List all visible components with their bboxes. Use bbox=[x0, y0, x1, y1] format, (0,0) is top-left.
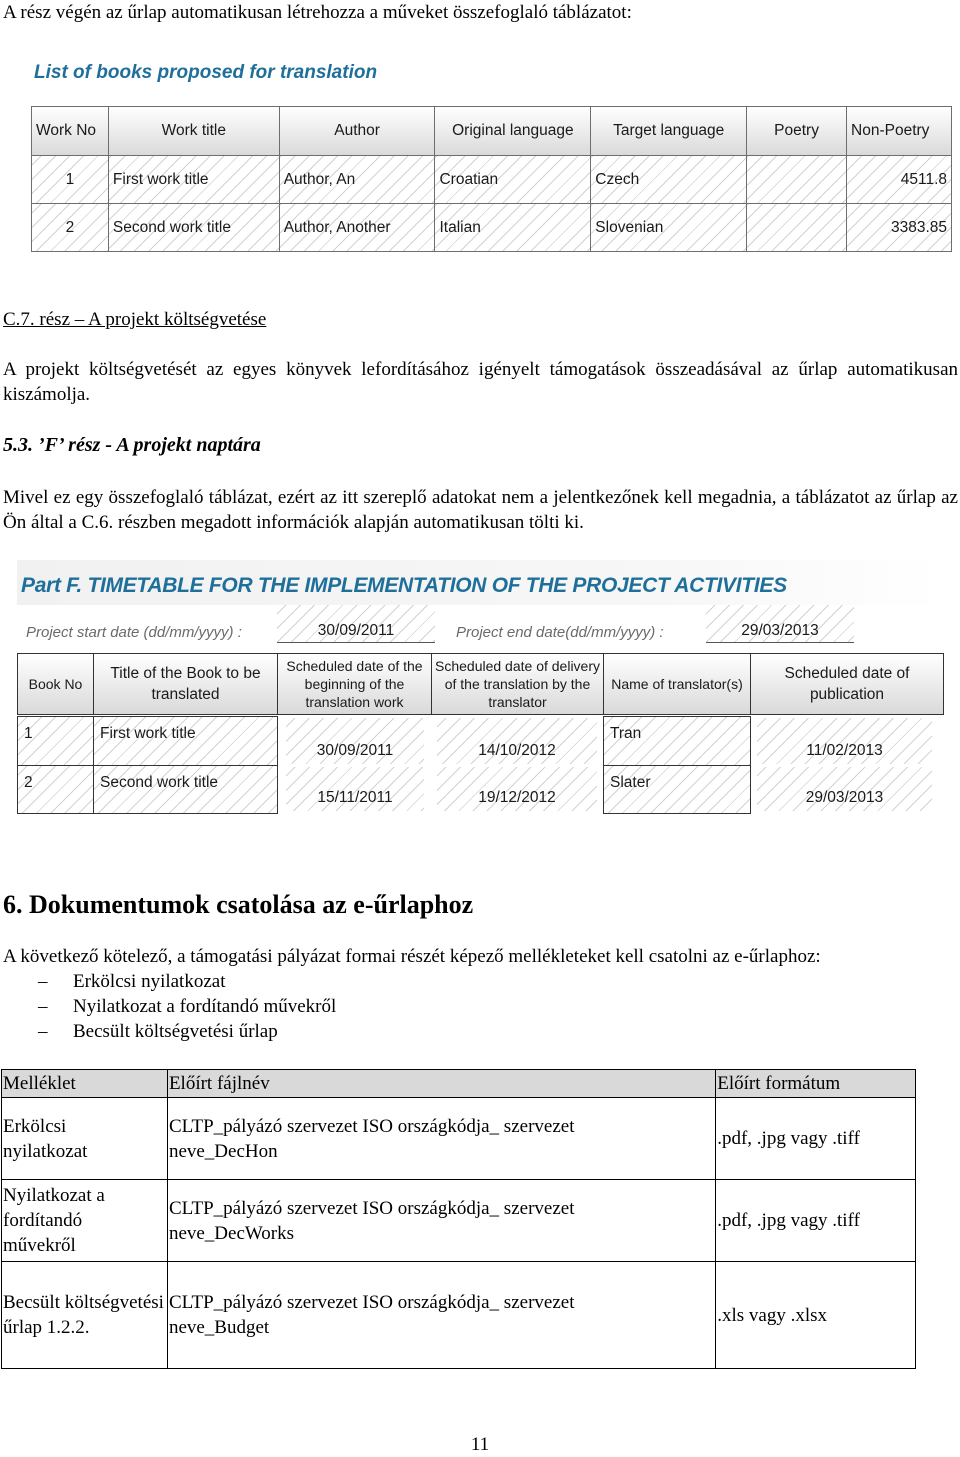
col-header-original-language: Original language bbox=[434, 106, 592, 156]
table-row: Erkölcsi nyilatkozat CLTP_pályázó szerve… bbox=[1, 1097, 916, 1180]
tt-header-publication-date: Scheduled date of publication bbox=[750, 653, 944, 715]
tt-cell-delivery-date: 14/10/2012 bbox=[437, 718, 597, 764]
bullet-marker: – bbox=[38, 1021, 48, 1042]
tt-cell-translator: Tran bbox=[603, 716, 751, 766]
col-header-format: Előírt formátum bbox=[715, 1069, 916, 1098]
page-number: 11 bbox=[470, 1434, 490, 1455]
table-row: 1 First work title Author, An Croatian C… bbox=[31, 155, 952, 204]
section-c7-heading: C.7. rész – A projekt költségvetése bbox=[3, 309, 267, 330]
cell-format: .xls vagy .xlsx bbox=[715, 1261, 916, 1369]
cell-work-title: First work title bbox=[107, 155, 280, 204]
cell-author: Author, Another bbox=[278, 203, 436, 252]
tt-cell-publication-date: 29/03/2013 bbox=[757, 767, 932, 811]
attachments-table: Melléklet Előírt fájlnév Előírt formátum… bbox=[1, 1069, 916, 1369]
intro-line: A rész végén az űrlap automatikusan létr… bbox=[3, 2, 632, 23]
cell-filename: CLTP_pályázó szervezet ISO országkódja_ … bbox=[166, 1097, 717, 1180]
cell-filename: CLTP_pályázó szervezet ISO országkódja_ … bbox=[166, 1179, 717, 1262]
cell-work-title: Second work title bbox=[107, 203, 280, 252]
tt-cell-start-date: 30/09/2011 bbox=[286, 718, 424, 764]
tt-header-start-date: Scheduled date of the beginning of the t… bbox=[277, 653, 432, 715]
cell-original-language: Italian bbox=[434, 203, 592, 252]
cell-author: Author, An bbox=[278, 155, 436, 204]
section-53-heading: 5.3. ’F’ rész - A projekt naptára bbox=[3, 434, 261, 456]
tt-cell-publication-date: 11/02/2013 bbox=[757, 718, 932, 764]
tt-cell-delivery-date: 19/12/2012 bbox=[437, 767, 597, 811]
col-header-poetry: Poetry bbox=[746, 106, 848, 156]
cell-filename: CLTP_pályázó szervezet ISO országkódja_ … bbox=[166, 1261, 717, 1369]
bullet-marker: – bbox=[38, 996, 48, 1017]
section-c7-paragraph: A projekt költségvetését az egyes könyve… bbox=[3, 359, 958, 405]
cell-poetry bbox=[746, 203, 848, 252]
cell-attachment: Erkölcsi nyilatkozat bbox=[1, 1097, 168, 1180]
cell-non-poetry: 4511.8 bbox=[846, 155, 952, 204]
books-table-title: List of books proposed for translation bbox=[34, 62, 378, 83]
timetable-title: Part F. TIMETABLE FOR THE IMPLEMENTATION… bbox=[21, 574, 787, 597]
col-header-attachment: Melléklet bbox=[1, 1069, 168, 1098]
books-table-header-row: Work No Work title Author Original langu… bbox=[31, 106, 952, 156]
col-header-author: Author bbox=[278, 106, 436, 156]
bullet-item: Erkölcsi nyilatkozat bbox=[73, 971, 226, 992]
table-row: Becsült költségvetési űrlap 1.2.2. CLTP_… bbox=[1, 1261, 916, 1369]
bullet-item: Becsült költségvetési űrlap bbox=[73, 1021, 278, 1042]
table-row: Nyilatkozat a fordítandó művekről CLTP_p… bbox=[1, 1179, 916, 1262]
tt-header-delivery-date: Scheduled date of delivery of the transl… bbox=[431, 653, 604, 715]
cell-poetry bbox=[746, 155, 848, 204]
tt-header-book-title: Title of the Book to be translated bbox=[93, 653, 278, 715]
tt-header-book-no: Book No bbox=[17, 653, 94, 715]
table-row: 2 Second work title Author, Another Ital… bbox=[31, 203, 952, 252]
tt-cell-book-title: Second work title bbox=[93, 765, 278, 814]
col-header-work-title: Work title bbox=[107, 106, 280, 156]
col-header-work-no: Work No bbox=[31, 106, 109, 156]
cell-work-no: 1 bbox=[31, 155, 109, 204]
cell-format: .pdf, .jpg vagy .tiff bbox=[715, 1097, 916, 1180]
project-start-label: Project start date (dd/mm/yyyy) : bbox=[26, 624, 242, 641]
books-table: Work No Work title Author Original langu… bbox=[31, 106, 952, 252]
cell-target-language: Slovenian bbox=[590, 203, 748, 252]
tt-cell-book-no: 2 bbox=[17, 765, 94, 814]
bullet-marker: – bbox=[38, 971, 48, 992]
tt-header-translator: Name of translator(s) bbox=[603, 653, 751, 715]
attachments-header-row: Melléklet Előírt fájlnév Előírt formátum bbox=[1, 1069, 916, 1098]
project-start-date-field: 30/09/2011 bbox=[277, 605, 435, 643]
cell-non-poetry: 3383.85 bbox=[846, 203, 952, 252]
cell-original-language: Croatian bbox=[434, 155, 592, 204]
tt-cell-book-no: 1 bbox=[17, 716, 94, 766]
section-6-paragraph: A következő kötelező, a támogatási pályá… bbox=[3, 946, 821, 967]
tt-cell-start-date: 15/11/2011 bbox=[286, 767, 424, 811]
project-end-date-field: 29/03/2013 bbox=[706, 605, 854, 643]
bullet-item: Nyilatkozat a fordítandó művekről bbox=[73, 996, 337, 1017]
tt-cell-book-title: First work title bbox=[93, 716, 278, 766]
cell-attachment: Becsült költségvetési űrlap 1.2.2. bbox=[1, 1261, 168, 1369]
col-header-non-poetry: Non-Poetry bbox=[846, 106, 952, 156]
cell-target-language: Czech bbox=[590, 155, 748, 204]
section-53-paragraph: Mivel ez egy összefoglaló táblázat, ezér… bbox=[3, 487, 958, 533]
col-header-target-language: Target language bbox=[590, 106, 748, 156]
cell-format: .pdf, .jpg vagy .tiff bbox=[715, 1179, 916, 1262]
col-header-filename: Előírt fájlnév bbox=[166, 1069, 717, 1098]
project-end-label: Project end date(dd/mm/yyyy) : bbox=[456, 624, 664, 641]
tt-cell-translator: Slater bbox=[603, 765, 751, 814]
section-6-heading: 6. Dokumentumok csatolása az e-űrlaphoz bbox=[3, 890, 474, 919]
cell-attachment: Nyilatkozat a fordítandó művekről bbox=[1, 1179, 168, 1262]
cell-work-no: 2 bbox=[31, 203, 109, 252]
